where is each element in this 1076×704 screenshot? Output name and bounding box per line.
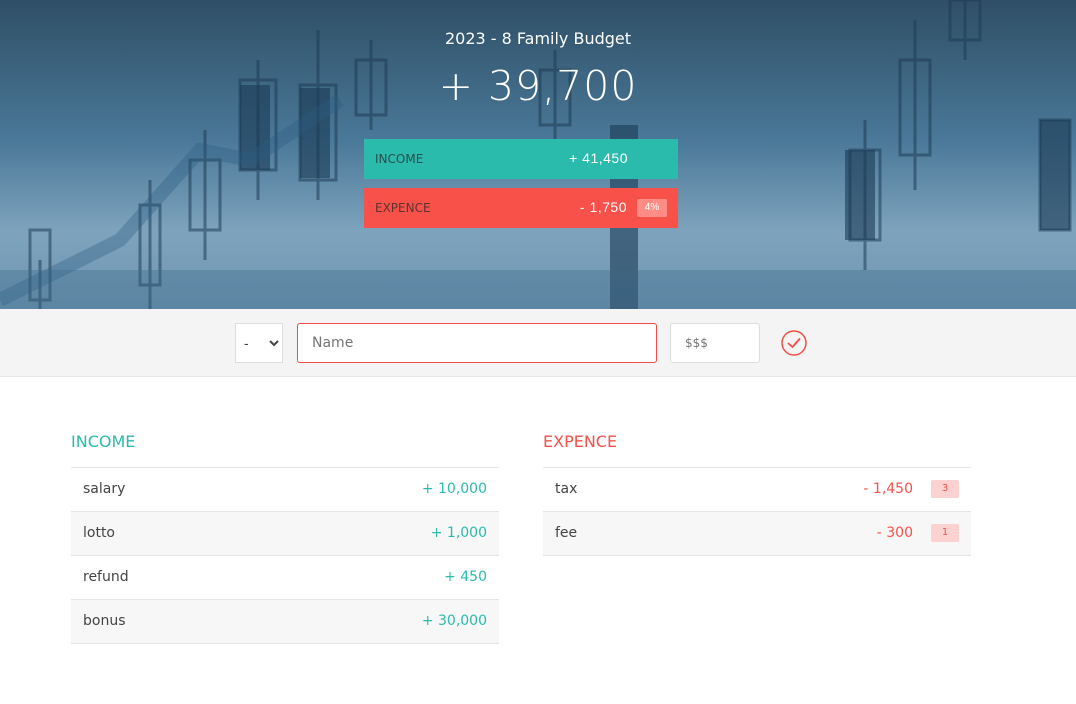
income-item[interactable]: salary + 10,000 — [71, 468, 499, 512]
checkmark-circle-icon[interactable] — [781, 330, 807, 356]
income-item[interactable]: refund + 450 — [71, 556, 499, 600]
item-value: - 300 — [876, 525, 913, 541]
expense-percent-badge: 4% — [637, 199, 667, 217]
item-value: + 30,000 — [421, 613, 487, 629]
expense-item[interactable]: tax - 1,450 3 — [543, 468, 971, 512]
budget-title: 2023 - 8 Family Budget — [444, 29, 632, 48]
add-entry-bar: - + — [0, 309, 1076, 377]
income-summary-value: + 41,450 — [569, 150, 628, 166]
item-value: + 1,000 — [430, 525, 487, 541]
item-value: + 10,000 — [421, 481, 487, 497]
expense-summary-label: EXPENCE — [375, 201, 431, 215]
expense-item[interactable]: fee - 300 1 — [543, 512, 971, 556]
income-summary: INCOME + 41,450 — [364, 139, 678, 179]
budget-total: + 39,700 — [438, 62, 638, 110]
value-input[interactable] — [670, 323, 760, 363]
expense-summary: EXPENCE - 1,750 4% — [364, 188, 678, 228]
income-item[interactable]: bonus + 30,000 — [71, 600, 499, 644]
name-input[interactable] — [297, 323, 657, 363]
income-item[interactable]: lotto + 1,000 — [71, 512, 499, 556]
expense-list: EXPENCE tax - 1,450 3 fee - 300 1 — [543, 432, 971, 556]
item-name: tax — [555, 481, 578, 497]
type-select[interactable]: - + — [235, 323, 283, 363]
item-name: fee — [555, 525, 578, 541]
expense-summary-value: - 1,750 — [579, 199, 627, 215]
income-list: INCOME salary + 10,000 lotto + 1,000 ref… — [71, 432, 499, 644]
item-name: salary — [83, 481, 126, 497]
item-name: lotto — [83, 525, 115, 541]
income-summary-label: INCOME — [375, 152, 424, 166]
item-value: + 450 — [444, 569, 487, 585]
expense-heading: EXPENCE — [543, 432, 618, 451]
income-heading: INCOME — [71, 432, 136, 451]
budget-header: 2023 - 8 Family Budget + 39,700 INCOME +… — [0, 0, 1076, 309]
item-value: - 1,450 — [863, 481, 913, 497]
item-name: bonus — [83, 613, 126, 629]
item-percent-badge: 3 — [931, 480, 959, 498]
item-percent-badge: 1 — [931, 524, 959, 542]
item-name: refund — [83, 569, 129, 585]
